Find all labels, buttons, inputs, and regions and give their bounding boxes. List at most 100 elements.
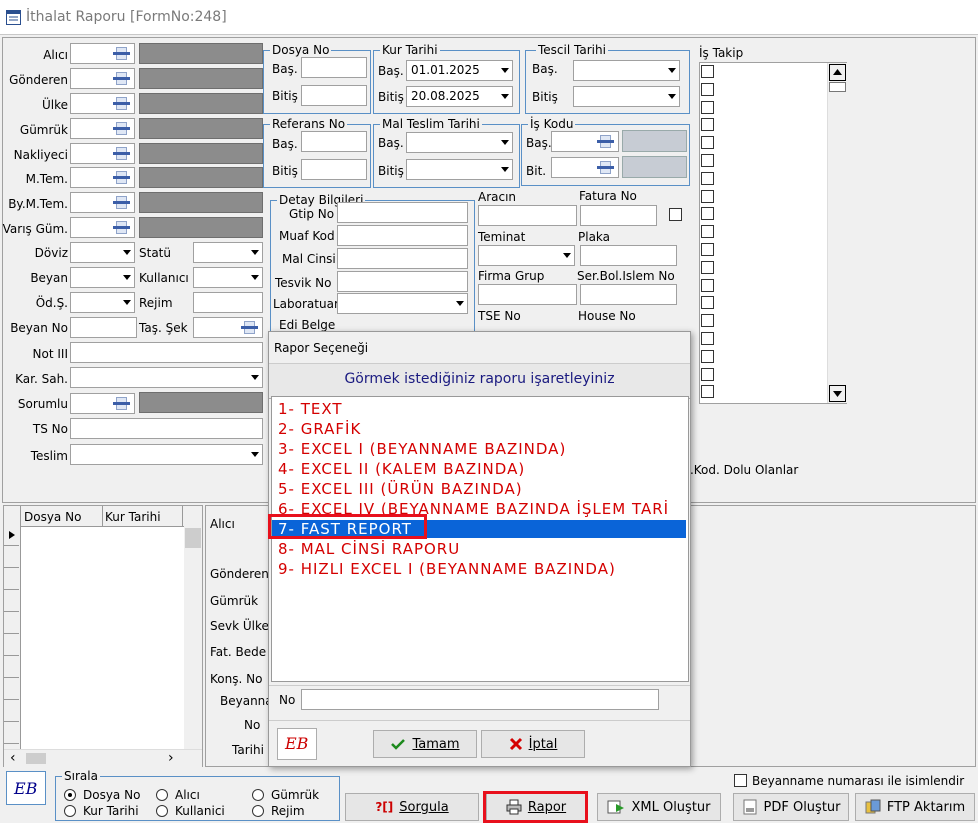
picker-icon[interactable] (111, 145, 133, 162)
is-takip-checkbox[interactable] (701, 154, 714, 167)
kullanici-select[interactable] (193, 267, 263, 288)
is-takip-scrollbar[interactable] (827, 63, 847, 403)
picker-icon[interactable] (111, 95, 133, 112)
scroll-thumb[interactable] (829, 82, 846, 92)
is-kodu-bas-input[interactable] (551, 131, 619, 152)
teslim-select[interactable] (70, 444, 263, 465)
plaka-input[interactable] (580, 245, 677, 266)
tescil-tarihi-bitis-input[interactable] (573, 86, 680, 107)
grid-col-kur-tarihi[interactable]: Kur Tarihi (105, 510, 161, 524)
report-option-2[interactable]: 2- GRAFİK (278, 420, 361, 438)
kur-tarihi-bitis-input[interactable]: 20.08.2025 (406, 86, 513, 107)
results-grid[interactable]: Dosya No Kur Tarihi ‹ › (3, 505, 203, 767)
is-takip-checkbox[interactable] (701, 385, 714, 399)
muaf-input[interactable] (337, 225, 468, 246)
od-s-select[interactable] (70, 292, 135, 313)
xml-button[interactable]: XML Oluştur (597, 793, 721, 821)
tesvik-input[interactable] (337, 271, 468, 292)
sirala-radio-5[interactable] (252, 805, 264, 817)
rejim-input[interactable] (193, 292, 263, 313)
sirala-radio-3[interactable] (64, 805, 76, 817)
sirala-radio-2[interactable] (252, 789, 264, 801)
dialog-no-input[interactable] (301, 689, 659, 710)
is-takip-list[interactable] (699, 62, 847, 404)
sirala-radio-4[interactable] (156, 805, 168, 817)
is-takip-checkbox[interactable] (701, 349, 714, 363)
left-picker-input-4[interactable] (70, 143, 135, 164)
is-kodu-bit-input[interactable] (551, 157, 619, 178)
doviz-select[interactable] (70, 242, 135, 263)
left-picker-input-2[interactable] (70, 93, 135, 114)
picker-icon[interactable] (111, 169, 133, 186)
is-takip-checkbox[interactable] (701, 207, 714, 221)
report-option-8[interactable]: 8- MAL CİNSİ RAPORU (278, 540, 460, 558)
left-picker-input-7[interactable] (70, 217, 135, 238)
dosya-no-bitis-input[interactable] (301, 85, 367, 106)
scroll-up-button[interactable] (829, 64, 846, 81)
teminat-select[interactable] (478, 245, 575, 266)
ftp-button[interactable]: FTP Aktarım (855, 793, 975, 821)
report-option-5[interactable]: 5- EXCEL III (ÜRÜN BAZINDA) (278, 480, 523, 498)
picker-icon[interactable] (595, 159, 617, 176)
picker-icon[interactable] (111, 219, 133, 236)
sorgula-button[interactable]: ?[] Sorgula (345, 793, 479, 821)
report-option-9[interactable]: 9- HIZLI EXCEL I (BEYANNAME BAZINDA) (278, 560, 616, 578)
report-option-3[interactable]: 3- EXCEL I (BEYANNAME BAZINDA) (278, 440, 566, 458)
chevron-right-icon[interactable]: › (168, 750, 174, 766)
is-takip-checkbox[interactable] (701, 118, 714, 132)
tescil-tarihi-bas-input[interactable] (573, 60, 680, 81)
left-picker-input-3[interactable] (70, 118, 135, 139)
is-takip-checkbox[interactable] (701, 65, 714, 78)
is-takip-checkbox[interactable] (701, 189, 714, 203)
is-takip-checkbox[interactable] (701, 367, 714, 381)
gtip-input[interactable] (337, 202, 468, 223)
referans-no-bas-input[interactable] (301, 131, 367, 152)
picker-icon[interactable] (239, 319, 261, 336)
mal-teslim-bitis-input[interactable] (406, 159, 513, 180)
tas-sek-input[interactable] (193, 317, 263, 338)
sorumlu-input[interactable] (70, 393, 135, 414)
kar-sah-select[interactable] (70, 367, 263, 388)
tamam-button[interactable]: Tamam (373, 730, 477, 758)
pdf-button[interactable]: PDF Oluştur (733, 793, 849, 821)
is-takip-checkbox[interactable] (701, 136, 714, 150)
left-picker-input-1[interactable] (70, 68, 135, 89)
is-takip-checkbox[interactable] (701, 296, 714, 310)
is-takip-checkbox[interactable] (701, 171, 714, 185)
picker-icon[interactable] (595, 133, 617, 150)
referans-no-bitis-input[interactable] (301, 159, 367, 180)
aracin-input[interactable] (478, 205, 577, 226)
is-takip-checkbox[interactable] (701, 260, 714, 274)
sirala-radio-0[interactable] (64, 789, 76, 801)
left-picker-input-6[interactable] (70, 192, 135, 213)
grid-vscroll[interactable] (184, 526, 202, 749)
kur-tarihi-bas-input[interactable]: 01.01.2025 (406, 60, 513, 81)
left-picker-input-0[interactable] (70, 43, 135, 64)
chevron-left-icon[interactable]: ‹ (10, 750, 16, 766)
laboratuar-select[interactable] (337, 293, 468, 314)
ts-no-input[interactable] (70, 418, 263, 439)
picker-icon[interactable] (111, 194, 133, 211)
picker-icon[interactable] (111, 45, 133, 62)
grid-col-dosya-no[interactable]: Dosya No (24, 510, 81, 524)
picker-icon[interactable] (111, 120, 133, 137)
report-option-1[interactable]: 1- TEXT (278, 400, 343, 418)
is-takip-checkbox[interactable] (701, 332, 714, 345)
picker-icon[interactable] (111, 395, 133, 412)
not-iii-input[interactable] (70, 342, 263, 363)
sirala-radio-1[interactable] (156, 789, 168, 801)
report-list[interactable]: 1- TEXT 2- GRAFİK 3- EXCEL I (BEYANNAME BA… (271, 396, 689, 682)
fatura-no-input[interactable] (580, 205, 657, 226)
firma-grup-input[interactable] (478, 284, 577, 305)
ser-bol-input[interactable] (580, 284, 677, 305)
left-picker-input-5[interactable] (70, 167, 135, 188)
picker-icon[interactable] (111, 70, 133, 87)
is-takip-checkbox[interactable] (701, 100, 714, 114)
mal-teslim-bas-input[interactable] (406, 132, 513, 153)
statu-select[interactable] (193, 242, 263, 263)
fatura-checkbox[interactable] (669, 208, 682, 221)
beyan-no-input[interactable] (70, 317, 137, 338)
report-option-4[interactable]: 4- EXCEL II (KALEM BAZINDA) (278, 460, 525, 478)
dosya-no-bas-input[interactable] (301, 57, 367, 78)
grid-hscroll[interactable]: ‹ › (4, 749, 202, 767)
